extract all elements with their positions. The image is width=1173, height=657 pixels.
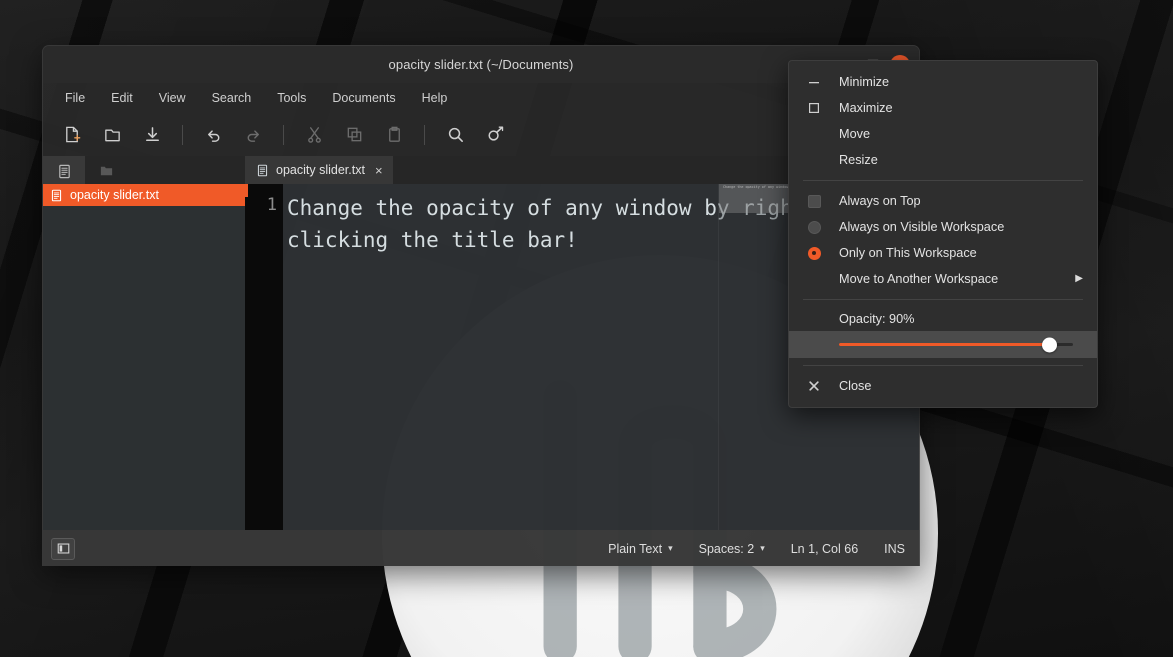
menu-search[interactable]: Search — [202, 88, 262, 108]
context-menu-separator — [803, 365, 1083, 366]
open-folder-icon[interactable] — [93, 119, 131, 151]
text-file-icon — [50, 189, 63, 202]
page-title: opacity slider.txt (~/Documents) — [388, 57, 574, 72]
text-file-icon — [256, 164, 269, 177]
copy-icon[interactable] — [335, 119, 373, 151]
search-icon[interactable] — [436, 119, 474, 151]
side-panel-tabs — [43, 156, 245, 184]
cut-icon[interactable] — [295, 119, 333, 151]
menu-edit[interactable]: Edit — [101, 88, 143, 108]
context-menu-item-minimize[interactable]: Minimize — [789, 69, 1097, 95]
sidebar-toggle-icon[interactable] — [51, 537, 75, 560]
opacity-label: Opacity: 90% — [839, 312, 915, 326]
context-menu-label: Always on Visible Workspace — [839, 220, 1005, 234]
side-panel: opacity slider.txt — [43, 156, 245, 530]
menu-view[interactable]: View — [149, 88, 196, 108]
paste-icon[interactable] — [375, 119, 413, 151]
context-menu-item-move[interactable]: Move — [789, 121, 1097, 147]
opacity-slider-fill — [839, 343, 1050, 346]
context-menu-item-resize[interactable]: Resize — [789, 147, 1097, 173]
line-number-gutter: 1 — [245, 184, 283, 530]
context-menu-label: Always on Top — [839, 194, 921, 208]
tab-opacity-slider[interactable]: opacity slider.txt × — [245, 156, 393, 184]
context-menu-label: Resize — [839, 153, 878, 167]
redo-icon[interactable] — [234, 119, 272, 151]
menu-tools[interactable]: Tools — [267, 88, 316, 108]
opacity-slider-row[interactable] — [789, 331, 1097, 358]
close-icon[interactable]: × — [375, 164, 383, 177]
status-indent[interactable]: Spaces: 2 ▾ — [699, 542, 765, 556]
radio-icon-selected[interactable] — [789, 246, 839, 260]
context-menu-label: Minimize — [839, 75, 890, 89]
checkbox-icon[interactable] — [789, 194, 839, 208]
maximize-icon — [789, 102, 839, 114]
chevron-down-icon: ▾ — [760, 543, 765, 553]
cursor-marker — [245, 184, 248, 197]
context-menu-item-move-to-another-workspace[interactable]: Move to Another Workspace ▶ — [789, 266, 1097, 292]
new-document-icon[interactable] — [53, 119, 91, 151]
context-menu-label: Close — [839, 379, 872, 393]
submenu-arrow-icon: ▶ — [1075, 273, 1083, 284]
context-menu-item-maximize[interactable]: Maximize — [789, 95, 1097, 121]
statusbar: Plain Text ▾ Spaces: 2 ▾ Ln 1, Col 66 IN… — [43, 530, 919, 566]
status-language[interactable]: Plain Text ▾ — [608, 542, 673, 556]
status-language-label: Plain Text — [608, 541, 663, 556]
status-position: Ln 1, Col 66 — [791, 542, 858, 556]
side-panel-document-list: opacity slider.txt — [43, 184, 245, 206]
context-menu-item-close[interactable]: Close — [789, 373, 1097, 399]
toolbar-separator — [283, 124, 284, 145]
side-tab-documents[interactable] — [43, 156, 85, 184]
context-menu-separator — [803, 299, 1083, 300]
context-menu-label: Move — [839, 127, 871, 141]
list-item[interactable]: opacity slider.txt — [43, 184, 245, 206]
menu-file[interactable]: File — [55, 88, 95, 108]
line-number: 1 — [266, 195, 277, 215]
find-replace-icon[interactable] — [476, 119, 514, 151]
opacity-label-row: Opacity: 90% — [789, 307, 1097, 331]
context-menu-label: Only on This Workspace — [839, 246, 977, 260]
list-item-label: opacity slider.txt — [70, 188, 159, 202]
undo-icon[interactable] — [194, 119, 232, 151]
context-menu-item-always-on-top[interactable]: Always on Top — [789, 188, 1097, 214]
context-menu-item-always-on-visible-workspace[interactable]: Always on Visible Workspace — [789, 214, 1097, 240]
minimize-icon — [789, 76, 839, 88]
context-menu-label: Maximize — [839, 101, 893, 115]
window-context-menu[interactable]: Minimize Maximize Move Resize Always on … — [788, 60, 1098, 408]
status-insert-mode-label: INS — [884, 541, 905, 556]
status-position-label: Ln 1, Col 66 — [790, 541, 859, 556]
menu-help[interactable]: Help — [412, 88, 458, 108]
menu-documents[interactable]: Documents — [322, 88, 405, 108]
desktop: opacity slider.txt (~/Documents) File Ed… — [0, 0, 1173, 657]
context-menu-label: Move to Another Workspace — [839, 272, 999, 286]
opacity-slider-thumb[interactable] — [1042, 337, 1058, 352]
save-icon[interactable] — [133, 119, 171, 151]
context-menu-separator — [803, 180, 1083, 181]
status-indent-label: Spaces: 2 — [698, 541, 755, 556]
context-menu-item-only-on-this-workspace[interactable]: Only on This Workspace — [789, 240, 1097, 266]
tab-label: opacity slider.txt — [276, 163, 365, 177]
radio-icon[interactable] — [789, 220, 839, 234]
toolbar-separator — [182, 124, 183, 145]
close-x-icon — [789, 380, 839, 392]
chevron-down-icon: ▾ — [668, 543, 673, 553]
opacity-slider[interactable] — [839, 337, 1073, 352]
toolbar-separator — [424, 124, 425, 145]
side-tab-file-browser[interactable] — [85, 156, 127, 184]
status-insert-mode: INS — [884, 542, 905, 556]
